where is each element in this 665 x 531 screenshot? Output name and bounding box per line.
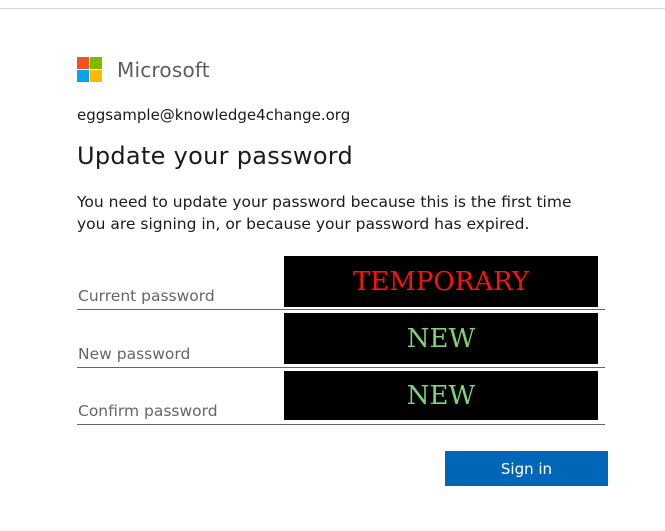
current-password-label: Current password bbox=[78, 287, 215, 305]
new-password-label: New password bbox=[78, 345, 191, 363]
confirm-password-label: Confirm password bbox=[78, 402, 218, 420]
page-description: You need to update your password because… bbox=[77, 193, 572, 233]
redaction-text-confirm: NEW bbox=[406, 380, 476, 411]
page-title: Update your password bbox=[77, 142, 354, 170]
account-email: eggsample@knowledge4change.org bbox=[77, 106, 351, 124]
logo-red-square bbox=[77, 57, 89, 69]
microsoft-logo-icon bbox=[77, 57, 103, 83]
redaction-text-new: NEW bbox=[406, 323, 476, 354]
brand-name: Microsoft bbox=[117, 58, 210, 82]
redaction-box-confirm: NEW bbox=[284, 371, 598, 420]
sign-in-page: Microsoft eggsample@knowledge4change.org… bbox=[0, 0, 665, 531]
logo-yellow-square bbox=[90, 70, 102, 82]
redaction-box-current: TEMPORARY bbox=[284, 256, 598, 307]
update-password-card: Microsoft eggsample@knowledge4change.org… bbox=[77, 0, 637, 531]
brand-header: Microsoft bbox=[77, 57, 210, 83]
redaction-text-current: TEMPORARY bbox=[352, 266, 530, 297]
redaction-box-new: NEW bbox=[284, 313, 598, 364]
logo-green-square bbox=[90, 57, 102, 69]
logo-blue-square bbox=[77, 70, 89, 82]
sign-in-button[interactable]: Sign in bbox=[445, 451, 608, 486]
